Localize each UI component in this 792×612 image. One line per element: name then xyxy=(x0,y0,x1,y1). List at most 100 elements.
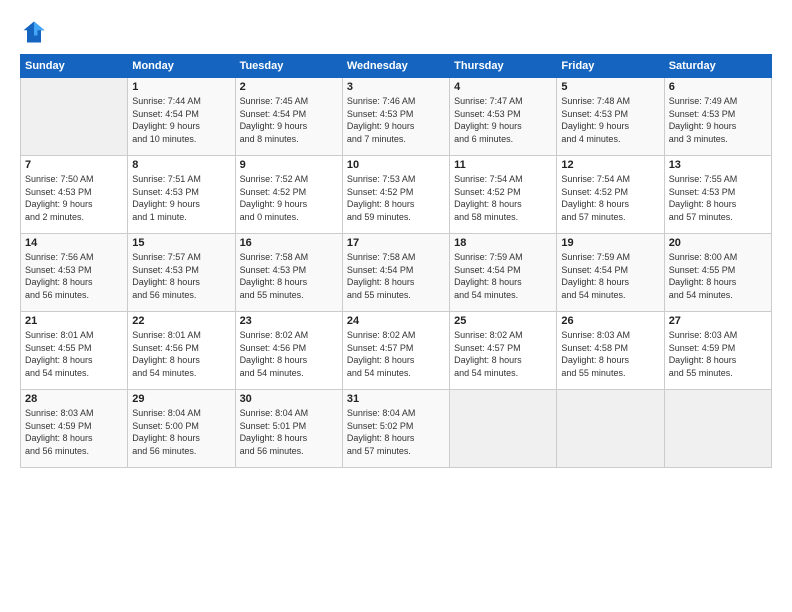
day-number: 8 xyxy=(132,159,230,171)
weekday-header: Sunday xyxy=(21,55,128,78)
calendar-cell: 25 Sunrise: 8:02 AM Sunset: 4:57 PM Dayli… xyxy=(450,312,557,390)
day-number: 28 xyxy=(25,393,123,405)
day-info: Sunrise: 8:04 AM Sunset: 5:02 PM Dayligh… xyxy=(347,407,445,457)
day-number: 5 xyxy=(561,81,659,93)
day-number: 2 xyxy=(240,81,338,93)
calendar-cell: 13Sunrise: 7:55 AM Sunset: 4:53 PM Dayli… xyxy=(664,156,771,234)
day-info: Sunrise: 8:03 AM Sunset: 4:59 PM Dayligh… xyxy=(669,329,767,379)
calendar-cell: 20 Sunrise: 8:00 AM Sunset: 4:55 PM Dayli… xyxy=(664,234,771,312)
calendar-cell: 27 Sunrise: 8:03 AM Sunset: 4:59 PM Dayli… xyxy=(664,312,771,390)
weekday-header: Wednesday xyxy=(342,55,449,78)
day-info: Sunrise: 8:00 AM Sunset: 4:55 PM Dayligh… xyxy=(669,251,767,301)
day-number: 24 xyxy=(347,315,445,327)
calendar-week-row: 21 Sunrise: 8:01 AM Sunset: 4:55 PM Dayli… xyxy=(21,312,772,390)
weekday-header: Tuesday xyxy=(235,55,342,78)
calendar-cell: 29 Sunrise: 8:04 AM Sunset: 5:00 PM Dayli… xyxy=(128,390,235,468)
day-number: 11 xyxy=(454,159,552,171)
calendar-week-row: 14 Sunrise: 7:56 AM Sunset: 4:53 PM Dayli… xyxy=(21,234,772,312)
calendar-cell xyxy=(664,390,771,468)
day-number: 19 xyxy=(561,237,659,249)
day-number: 27 xyxy=(669,315,767,327)
day-info: Sunrise: 8:03 AM Sunset: 4:58 PM Dayligh… xyxy=(561,329,659,379)
day-number: 3 xyxy=(347,81,445,93)
calendar-cell: 21 Sunrise: 8:01 AM Sunset: 4:55 PM Dayli… xyxy=(21,312,128,390)
day-info: Sunrise: 8:01 AM Sunset: 4:55 PM Dayligh… xyxy=(25,329,123,379)
day-info: Sunrise: 8:04 AM Sunset: 5:00 PM Dayligh… xyxy=(132,407,230,457)
day-info: Sunrise: 7:44 AM Sunset: 4:54 PM Dayligh… xyxy=(132,95,230,145)
calendar-cell: 5 Sunrise: 7:48 AM Sunset: 4:53 PM Daylig… xyxy=(557,78,664,156)
day-number: 31 xyxy=(347,393,445,405)
day-number: 13 xyxy=(669,159,767,171)
day-number: 23 xyxy=(240,315,338,327)
day-info: Sunrise: 7:53 AM Sunset: 4:52 PM Dayligh… xyxy=(347,173,445,223)
calendar-cell: 26Sunrise: 8:03 AM Sunset: 4:58 PM Dayli… xyxy=(557,312,664,390)
day-info: Sunrise: 8:04 AM Sunset: 5:01 PM Dayligh… xyxy=(240,407,338,457)
calendar-cell: 4Sunrise: 7:47 AM Sunset: 4:53 PM Daylig… xyxy=(450,78,557,156)
calendar-cell: 24 Sunrise: 8:02 AM Sunset: 4:57 PM Dayli… xyxy=(342,312,449,390)
calendar-cell: 10Sunrise: 7:53 AM Sunset: 4:52 PM Dayli… xyxy=(342,156,449,234)
day-number: 6 xyxy=(669,81,767,93)
logo xyxy=(20,18,52,46)
calendar-cell: 6 Sunrise: 7:49 AM Sunset: 4:53 PM Daylig… xyxy=(664,78,771,156)
day-info: Sunrise: 7:48 AM Sunset: 4:53 PM Dayligh… xyxy=(561,95,659,145)
day-info: Sunrise: 8:02 AM Sunset: 4:56 PM Dayligh… xyxy=(240,329,338,379)
day-info: Sunrise: 7:54 AM Sunset: 4:52 PM Dayligh… xyxy=(561,173,659,223)
day-info: Sunrise: 7:45 AM Sunset: 4:54 PM Dayligh… xyxy=(240,95,338,145)
calendar-cell: 16Sunrise: 7:58 AM Sunset: 4:53 PM Dayli… xyxy=(235,234,342,312)
day-info: Sunrise: 7:59 AM Sunset: 4:54 PM Dayligh… xyxy=(561,251,659,301)
day-info: Sunrise: 7:58 AM Sunset: 4:54 PM Dayligh… xyxy=(347,251,445,301)
calendar-week-row: 7Sunrise: 7:50 AM Sunset: 4:53 PM Daylig… xyxy=(21,156,772,234)
calendar-cell: 28Sunrise: 8:03 AM Sunset: 4:59 PM Dayli… xyxy=(21,390,128,468)
weekday-header: Monday xyxy=(128,55,235,78)
day-info: Sunrise: 7:59 AM Sunset: 4:54 PM Dayligh… xyxy=(454,251,552,301)
day-info: Sunrise: 7:56 AM Sunset: 4:53 PM Dayligh… xyxy=(25,251,123,301)
calendar-cell: 12Sunrise: 7:54 AM Sunset: 4:52 PM Dayli… xyxy=(557,156,664,234)
day-info: Sunrise: 7:51 AM Sunset: 4:53 PM Dayligh… xyxy=(132,173,230,223)
day-number: 1 xyxy=(132,81,230,93)
calendar-cell: 9 Sunrise: 7:52 AM Sunset: 4:52 PM Daylig… xyxy=(235,156,342,234)
day-info: Sunrise: 7:52 AM Sunset: 4:52 PM Dayligh… xyxy=(240,173,338,223)
calendar-cell: 11 Sunrise: 7:54 AM Sunset: 4:52 PM Dayli… xyxy=(450,156,557,234)
day-number: 14 xyxy=(25,237,123,249)
calendar-cell: 2 Sunrise: 7:45 AM Sunset: 4:54 PM Daylig… xyxy=(235,78,342,156)
day-info: Sunrise: 8:02 AM Sunset: 4:57 PM Dayligh… xyxy=(347,329,445,379)
logo-icon xyxy=(20,18,48,46)
day-number: 4 xyxy=(454,81,552,93)
calendar-header-row: SundayMondayTuesdayWednesdayThursdayFrid… xyxy=(21,55,772,78)
header xyxy=(20,18,772,46)
calendar-cell: 8 Sunrise: 7:51 AM Sunset: 4:53 PM Daylig… xyxy=(128,156,235,234)
day-number: 21 xyxy=(25,315,123,327)
day-number: 25 xyxy=(454,315,552,327)
day-info: Sunrise: 8:01 AM Sunset: 4:56 PM Dayligh… xyxy=(132,329,230,379)
day-number: 20 xyxy=(669,237,767,249)
day-info: Sunrise: 7:49 AM Sunset: 4:53 PM Dayligh… xyxy=(669,95,767,145)
calendar-cell: 30Sunrise: 8:04 AM Sunset: 5:01 PM Dayli… xyxy=(235,390,342,468)
calendar-cell: 23 Sunrise: 8:02 AM Sunset: 4:56 PM Dayli… xyxy=(235,312,342,390)
day-number: 7 xyxy=(25,159,123,171)
calendar-cell: 7Sunrise: 7:50 AM Sunset: 4:53 PM Daylig… xyxy=(21,156,128,234)
calendar-cell xyxy=(21,78,128,156)
calendar-cell: 31 Sunrise: 8:04 AM Sunset: 5:02 PM Dayli… xyxy=(342,390,449,468)
weekday-header: Friday xyxy=(557,55,664,78)
calendar-cell xyxy=(450,390,557,468)
calendar-week-row: 1 Sunrise: 7:44 AM Sunset: 4:54 PM Daylig… xyxy=(21,78,772,156)
page: SundayMondayTuesdayWednesdayThursdayFrid… xyxy=(0,0,792,612)
day-number: 15 xyxy=(132,237,230,249)
calendar-cell: 22 Sunrise: 8:01 AM Sunset: 4:56 PM Dayli… xyxy=(128,312,235,390)
calendar-cell: 18 Sunrise: 7:59 AM Sunset: 4:54 PM Dayli… xyxy=(450,234,557,312)
calendar-cell xyxy=(557,390,664,468)
calendar-week-row: 28Sunrise: 8:03 AM Sunset: 4:59 PM Dayli… xyxy=(21,390,772,468)
day-number: 9 xyxy=(240,159,338,171)
day-number: 29 xyxy=(132,393,230,405)
calendar-table: SundayMondayTuesdayWednesdayThursdayFrid… xyxy=(20,54,772,468)
weekday-header: Saturday xyxy=(664,55,771,78)
day-number: 18 xyxy=(454,237,552,249)
calendar-cell: 19 Sunrise: 7:59 AM Sunset: 4:54 PM Dayli… xyxy=(557,234,664,312)
day-info: Sunrise: 7:58 AM Sunset: 4:53 PM Dayligh… xyxy=(240,251,338,301)
day-info: Sunrise: 7:46 AM Sunset: 4:53 PM Dayligh… xyxy=(347,95,445,145)
weekday-header: Thursday xyxy=(450,55,557,78)
day-number: 17 xyxy=(347,237,445,249)
day-info: Sunrise: 8:02 AM Sunset: 4:57 PM Dayligh… xyxy=(454,329,552,379)
day-number: 22 xyxy=(132,315,230,327)
day-info: Sunrise: 7:54 AM Sunset: 4:52 PM Dayligh… xyxy=(454,173,552,223)
